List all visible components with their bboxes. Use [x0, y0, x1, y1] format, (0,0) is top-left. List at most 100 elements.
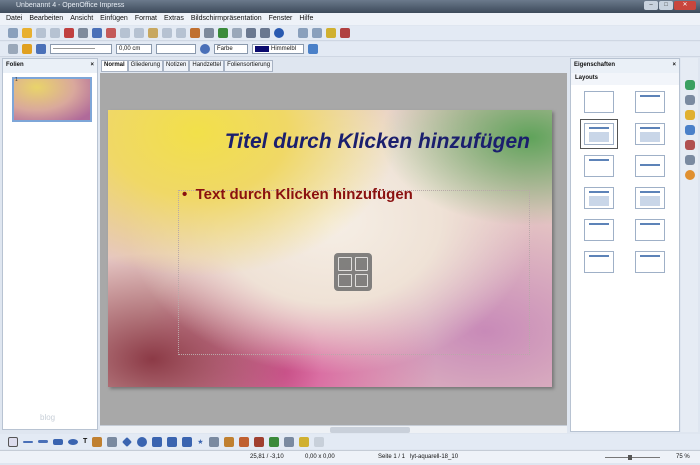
layout-blank[interactable]: [584, 91, 614, 113]
zoom-slider[interactable]: [605, 457, 660, 458]
gallery-toggle-icon[interactable]: [253, 436, 264, 447]
tab-normal[interactable]: Normal: [101, 60, 128, 72]
layout-title-2content[interactable]: [635, 123, 665, 145]
minimize-button[interactable]: –: [644, 1, 658, 10]
slide-thumbnail[interactable]: [12, 77, 92, 122]
area-style-select[interactable]: Farbe: [214, 44, 248, 54]
master-pages-icon[interactable]: [684, 95, 695, 105]
undo-icon[interactable]: [162, 28, 172, 38]
properties-deck-icon[interactable]: [684, 80, 695, 90]
menu-einfuegen[interactable]: Einfügen: [100, 15, 128, 23]
layout-title-content[interactable]: [580, 119, 618, 149]
tab-notizen[interactable]: Notizen: [163, 60, 190, 72]
points-icon[interactable]: [208, 436, 219, 447]
menu-format[interactable]: Format: [135, 15, 157, 23]
navigator-icon[interactable]: [246, 28, 256, 38]
extrusion-icon[interactable]: [313, 436, 324, 447]
chart-icon[interactable]: [190, 28, 200, 38]
text-icon[interactable]: T: [83, 438, 87, 445]
rectangle-icon[interactable]: [53, 438, 63, 445]
insert-chart-icon[interactable]: [354, 257, 368, 271]
close-slides-pane-button[interactable]: ×: [90, 62, 94, 70]
layout-six[interactable]: [635, 251, 665, 273]
layout-three[interactable]: [584, 219, 614, 241]
print-icon[interactable]: [78, 28, 88, 38]
open-icon[interactable]: [22, 28, 32, 38]
gallery-icon[interactable]: [684, 155, 695, 165]
cut-icon[interactable]: [120, 28, 130, 38]
stars-icon[interactable]: ★: [197, 438, 203, 446]
curve-icon[interactable]: [92, 436, 103, 447]
tab-gliederung[interactable]: Gliederung: [127, 60, 164, 72]
hyperlink-icon[interactable]: [218, 28, 228, 38]
arrange-icon[interactable]: [298, 436, 309, 447]
zoom-icon[interactable]: [260, 28, 270, 38]
autospell-icon[interactable]: [106, 28, 116, 38]
layout-centered[interactable]: [635, 155, 665, 177]
transition-icon[interactable]: [684, 125, 695, 135]
menu-datei[interactable]: Datei: [6, 15, 22, 23]
align-icon[interactable]: [283, 436, 294, 447]
horizontal-scrollbar[interactable]: [100, 425, 567, 433]
title-placeholder[interactable]: Titel durch Klicken hinzufügen: [225, 130, 530, 154]
flowchart-icon[interactable]: [167, 436, 178, 447]
symbol-shapes-icon[interactable]: [137, 436, 148, 447]
menu-hilfe[interactable]: Hilfe: [299, 15, 313, 23]
image-icon[interactable]: [238, 436, 249, 447]
body-text[interactable]: • Text durch Klicken hinzufügen: [182, 186, 413, 203]
insert-table-icon[interactable]: [338, 257, 352, 271]
grid-icon[interactable]: [232, 28, 242, 38]
block-arrows-icon[interactable]: [152, 436, 163, 447]
styles-deck-icon[interactable]: [684, 140, 695, 150]
styles-icon[interactable]: [8, 44, 18, 54]
scrollbar-thumb[interactable]: [330, 427, 410, 433]
pdf-icon[interactable]: [64, 28, 74, 38]
email-icon[interactable]: [50, 28, 60, 38]
menu-extras[interactable]: Extras: [164, 15, 184, 23]
line-color-select[interactable]: [156, 44, 196, 54]
layout-title-only-2[interactable]: [584, 155, 614, 177]
close-button[interactable]: ✕: [674, 1, 696, 10]
select-icon[interactable]: [8, 436, 18, 447]
line-icon[interactable]: [23, 440, 33, 443]
layout-content-two[interactable]: [635, 187, 665, 209]
basic-shapes-icon[interactable]: [122, 436, 133, 447]
table-icon[interactable]: [204, 28, 214, 38]
layout-four[interactable]: [635, 219, 665, 241]
layout-two-columns[interactable]: [584, 187, 614, 209]
tab-foliensortierung[interactable]: Foliensortierung: [224, 60, 274, 72]
ellipse-icon[interactable]: [68, 438, 78, 445]
design-icon[interactable]: [326, 28, 336, 38]
redo-icon[interactable]: [176, 28, 186, 38]
tab-handzettel[interactable]: Handzettel: [189, 60, 225, 72]
spellcheck-icon[interactable]: [92, 28, 102, 38]
animation-icon[interactable]: [684, 110, 695, 120]
layout-four-b[interactable]: [584, 251, 614, 273]
anchor-icon[interactable]: [22, 44, 32, 54]
new-icon[interactable]: [8, 28, 18, 38]
menu-ansicht[interactable]: Ansicht: [70, 15, 93, 23]
line-width-input[interactable]: 0,00 cm: [116, 44, 152, 54]
maximize-button[interactable]: □: [659, 1, 673, 10]
help-icon[interactable]: [274, 28, 284, 38]
copy-icon[interactable]: [134, 28, 144, 38]
display-views-icon[interactable]: [298, 28, 308, 38]
zoom-level[interactable]: 75 %: [676, 454, 690, 460]
area-icon[interactable]: [200, 44, 210, 54]
menu-fenster[interactable]: Fenster: [269, 15, 293, 23]
navigator-deck-icon[interactable]: [684, 170, 695, 180]
layout-title-only[interactable]: [635, 91, 665, 113]
fontwork-icon[interactable]: [223, 436, 234, 447]
line-style-select[interactable]: ———————: [50, 44, 112, 54]
area-color-select[interactable]: Himmelbl: [252, 44, 304, 54]
presentation-icon[interactable]: [340, 28, 350, 38]
save-icon[interactable]: [36, 28, 46, 38]
rotate-icon[interactable]: [268, 436, 279, 447]
arrow-style-icon[interactable]: [36, 44, 46, 54]
callouts-icon[interactable]: [182, 436, 193, 447]
insert-video-icon[interactable]: [354, 273, 368, 287]
shadow-icon[interactable]: [308, 44, 318, 54]
insert-image-icon[interactable]: [338, 273, 352, 287]
zoom-slider-handle[interactable]: [628, 455, 632, 460]
menu-praesentation[interactable]: Bildschirmpräsentation: [191, 15, 262, 23]
